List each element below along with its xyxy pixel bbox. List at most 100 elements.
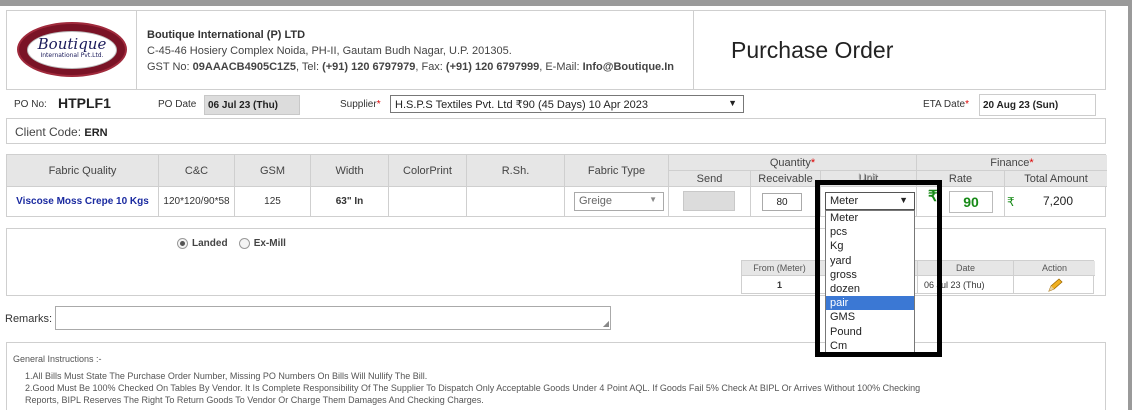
scrollbar-track[interactable]: [1128, 0, 1132, 410]
client-code-row: Client Code: ERN: [6, 118, 1106, 144]
tel-value: (+91) 120 6797979: [322, 61, 416, 73]
required-marker: *: [810, 157, 816, 169]
chevron-down-icon: ▼: [728, 98, 737, 108]
col-header-action: Action: [1014, 261, 1095, 276]
fabric-quality-link[interactable]: Viscose Moss Crepe 10 Kgs: [16, 196, 149, 207]
po-details-row: PO No: HTPLF1 PO Date 06 Jul 23 (Thu) Su…: [6, 92, 1106, 118]
resize-grip-icon[interactable]: ◢: [603, 320, 609, 328]
cell-from: 1: [742, 276, 818, 294]
logo-subtitle: International Pvt.Ltd.: [40, 52, 104, 59]
col-header-send: Send: [669, 171, 751, 187]
unit-option-pair[interactable]: pair: [826, 296, 914, 311]
instructions-title: General Instructions :-: [13, 354, 102, 364]
supplier-label: Supplier*: [340, 99, 381, 110]
instruction-item: Reports, BIPL Reserves The Right To Retu…: [25, 395, 484, 405]
rate-input[interactable]: 90: [949, 191, 993, 213]
order-header: Boutique International Pvt.Ltd. Boutique…: [6, 10, 1106, 90]
logo-wordmark: Boutique: [37, 35, 107, 53]
cell-cc: 120*120/90*58: [159, 187, 235, 216]
col-header-quantity: Quantity*: [669, 155, 917, 171]
edit-pencil-icon[interactable]: [1014, 276, 1095, 294]
company-address: C-45-46 Hosiery Complex Noida, PH-II, Ga…: [147, 45, 512, 57]
logo-area: Boutique International Pvt.Ltd.: [7, 11, 137, 89]
fabric-type-select[interactable]: Greige ▼: [574, 192, 664, 211]
supplier-select[interactable]: H.S.P.S Textiles Pvt. Ltd ₹90 (45 Days) …: [390, 95, 744, 113]
email-value: Info@Boutique.In: [582, 61, 674, 73]
required-marker: *: [965, 99, 969, 110]
po-date-label: PO Date: [158, 99, 197, 110]
unit-option-pound[interactable]: Pound: [826, 325, 914, 339]
company-name: Boutique International (P) LTD: [147, 29, 306, 41]
cell-fabric-quality[interactable]: Viscose Moss Crepe 10 Kgs: [7, 187, 159, 216]
general-instructions: General Instructions :- 1.All Bills Must…: [6, 342, 1106, 410]
unit-selected-value: Meter: [830, 195, 859, 207]
email-label: , E-Mail:: [539, 61, 583, 73]
top-border: [0, 0, 1132, 6]
send-input[interactable]: [683, 191, 735, 211]
col-header-width: Width: [311, 155, 389, 187]
unit-option-dozen[interactable]: dozen: [826, 282, 914, 296]
page-title: Purchase Order: [731, 37, 894, 63]
fax-label: , Fax:: [415, 61, 446, 73]
cell-colorprint: [389, 187, 467, 216]
col-header-fabric-quality: Fabric Quality: [7, 155, 159, 187]
costing-section: Landed Ex-Mill From (Meter) Date Action …: [6, 228, 1106, 296]
fabric-type-value: Greige: [579, 195, 613, 207]
unit-options-list: Meter pcs Kg yard gross dozen pair GMS P…: [825, 210, 915, 354]
cell-date: 06 Jul 23 (Thu): [918, 276, 1014, 294]
cost-basis-radios: Landed Ex-Mill: [177, 238, 286, 249]
col-header-finance: Finance*: [917, 155, 1107, 171]
unit-header-overlay: Unit: [858, 172, 878, 184]
cell-rsh: [467, 187, 565, 216]
cell-width: 63" In: [311, 187, 389, 216]
col-header-cc: C&C: [159, 155, 235, 187]
col-header-date: Date: [918, 261, 1014, 276]
tel-label: , Tel:: [295, 61, 323, 73]
col-header-total-amount: Total Amount: [1005, 171, 1107, 187]
chevron-down-icon: ▼: [649, 195, 657, 204]
col-header-colorprint: ColorPrint: [389, 155, 467, 187]
client-code-label: Client Code:: [15, 125, 82, 139]
supplier-selected-value: H.S.P.S Textiles Pvt. Ltd ₹90 (45 Days) …: [395, 99, 649, 111]
chevron-down-icon: ▼: [899, 195, 908, 205]
col-header-gsm: GSM: [235, 155, 311, 187]
po-no-label: PO No:: [14, 99, 47, 110]
gst-label: GST No:: [147, 61, 193, 73]
rupee-icon: ₹: [1007, 195, 1015, 209]
receivable-input[interactable]: 80: [762, 193, 802, 211]
unit-option-gross[interactable]: gross: [826, 268, 914, 282]
total-amount-value: 7,200: [1043, 194, 1074, 208]
required-marker: *: [1029, 157, 1034, 169]
unit-option-pcs[interactable]: pcs: [826, 225, 914, 239]
unit-option-meter[interactable]: Meter: [826, 211, 914, 225]
gst-value: 09AAACB4905C1Z5: [192, 61, 296, 73]
instruction-item: 2.Good Must Be 100% Checked On Tables By…: [25, 383, 921, 393]
unit-select[interactable]: Meter ▼: [825, 192, 915, 210]
remarks-textarea[interactable]: ◢: [55, 306, 611, 330]
cell-gsm: 125: [235, 187, 311, 216]
unit-option-gms[interactable]: GMS: [826, 310, 914, 324]
col-header-receivable: Receivable: [751, 171, 821, 187]
instruction-item: 1.All Bills Must State The Purchase Orde…: [25, 371, 428, 381]
po-date-field[interactable]: 06 Jul 23 (Thu): [204, 95, 300, 115]
company-logo: Boutique International Pvt.Ltd.: [17, 22, 127, 77]
fax-value: (+91) 120 6797999: [445, 61, 540, 73]
required-marker: *: [376, 99, 381, 110]
eta-date-field[interactable]: 20 Aug 23 (Sun): [979, 94, 1096, 116]
unit-option-yard[interactable]: yard: [826, 254, 914, 268]
title-area: Purchase Order: [693, 11, 1105, 89]
col-header-from: From (Meter): [742, 261, 818, 276]
col-header-fabric-type: Fabric Type: [565, 155, 669, 187]
remarks-label: Remarks:: [5, 313, 53, 325]
landed-label: Landed: [192, 238, 228, 250]
rupee-icon: ₹: [928, 188, 938, 205]
unit-option-cm[interactable]: Cm: [826, 339, 914, 353]
eta-label: ETA Date*: [923, 99, 969, 110]
exmill-radio[interactable]: [238, 238, 250, 249]
col-header-rate: Rate: [917, 171, 1005, 187]
col-header-rsh: R.Sh.: [467, 155, 565, 187]
po-no-value: HTPLF1: [58, 95, 111, 111]
unit-option-kg[interactable]: Kg: [826, 239, 914, 253]
delivery-schedule-table: From (Meter) Date Action 1 06 Jul 23 (Th…: [741, 260, 1095, 294]
landed-radio[interactable]: [177, 238, 188, 249]
